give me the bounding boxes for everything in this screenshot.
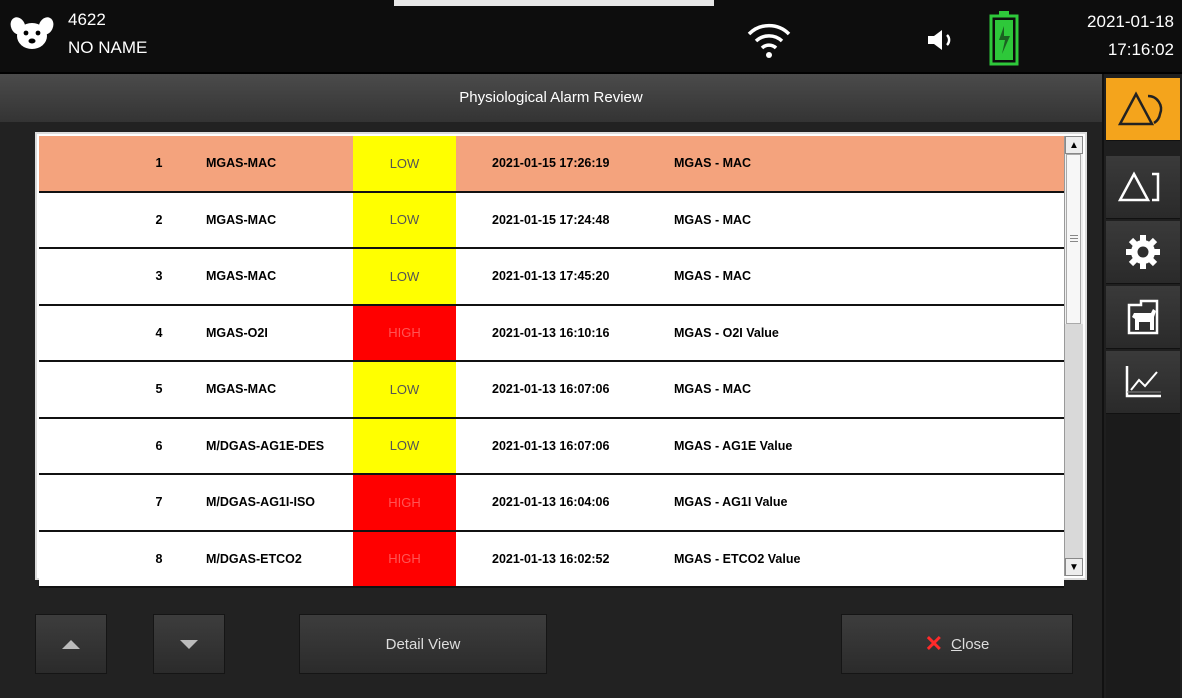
alarm-level: HIGH [353, 531, 456, 586]
table-row[interactable]: 1 MGAS-MAC LOW 2021-01-15 17:26:19 MGAS - MA… [39, 136, 1064, 193]
patient-id: 4622 [68, 10, 106, 29]
alarm-index: 1 [155, 156, 163, 171]
trend-icon [1125, 366, 1161, 398]
alarm-timestamp: 2021-01-13 16:02:52 [492, 551, 610, 566]
sidebar-empty-area [1106, 414, 1180, 698]
alarm-parameter: M/DGAS-ETCO2 [206, 551, 302, 566]
alarm-description: MGAS - ETCO2 Value [674, 551, 801, 566]
page-down-button[interactable] [153, 614, 225, 674]
sidebar-item-patient[interactable] [1106, 286, 1180, 349]
alarm-description: MGAS - AG1I Value [674, 495, 788, 510]
page-up-button[interactable] [35, 614, 107, 674]
alarm-parameter: MGAS-O2I [206, 325, 268, 340]
alarm-description: MGAS - MAC [674, 269, 752, 284]
alarm-level: HIGH [353, 305, 456, 360]
alarm-description: MGAS - O2I Value [674, 325, 779, 340]
battery-icon [989, 11, 1019, 66]
window-title: Physiological Alarm Review [459, 89, 643, 106]
alarm-level: LOW [353, 362, 456, 417]
patient-name: NO NAME [68, 38, 148, 57]
alarm-level: LOW [353, 192, 456, 247]
gear-icon [1126, 235, 1160, 269]
alarm-index: 4 [155, 325, 163, 340]
speaker-icon [928, 30, 951, 50]
alarm-timestamp: 2021-01-13 16:07:06 [492, 382, 610, 397]
table-row[interactable]: 6 M/DGAS-AG1E-DES LOW 2021-01-13 16:07:06 MG… [39, 418, 1064, 475]
table-row[interactable]: 3 MGAS-MAC LOW 2021-01-13 17:45:20 MGAS - MA… [39, 249, 1064, 306]
close-icon: ✕ [924, 631, 944, 656]
alarm-timestamp: 2021-01-13 16:04:06 [492, 495, 610, 510]
wifi-icon [747, 23, 791, 58]
alarm-index: 7 [155, 495, 163, 510]
alarm-description: MGAS - MAC [674, 156, 752, 171]
alarm-index: 3 [155, 269, 163, 284]
close-button[interactable]: ✕ Close [841, 614, 1073, 674]
alarm-level: HIGH [353, 475, 456, 530]
alarm-parameter: MGAS-MAC [206, 269, 277, 284]
scroll-up-button[interactable]: ▲ [1065, 136, 1083, 154]
alarm-description: MGAS - MAC [674, 212, 752, 227]
alarm-rows: 1 MGAS-MAC LOW 2021-01-15 17:26:19 MGAS - MA… [39, 136, 1064, 588]
table-row[interactable]: 8 M/DGAS-ETCO2 HIGH 2021-01-13 16:02:52 MGAS… [39, 531, 1064, 588]
close-label-rest: lose [961, 635, 990, 653]
alarm-timestamp: 2021-01-13 16:07:06 [492, 438, 610, 453]
alarm-timestamp: 2021-01-13 17:45:20 [492, 269, 610, 284]
alarm-index: 2 [155, 212, 163, 227]
status-bar: 4622 NO NAME 2021-01-18 17:16:02 [0, 0, 1182, 72]
alarm-parameter: MGAS-MAC [206, 382, 277, 397]
alarm-level: LOW [353, 136, 456, 191]
alarm-timestamp: 2021-01-15 17:26:19 [492, 156, 610, 171]
alarm-review-icon [1118, 91, 1163, 126]
detail-view-button[interactable]: Detail View [299, 614, 547, 674]
scrollbar[interactable]: ▲ ▼ [1064, 136, 1083, 576]
alarm-timestamp: 2021-01-15 17:24:48 [492, 212, 610, 227]
thumb-grip-icon [1070, 235, 1078, 236]
sidebar-item-settings[interactable] [1106, 221, 1180, 284]
table-row[interactable]: 4 MGAS-O2I HIGH 2021-01-13 16:10:16 MGAS - O… [39, 305, 1064, 362]
alarm-settings-icon [1118, 171, 1160, 202]
sidebar-item-alarm-settings[interactable] [1106, 156, 1180, 219]
table-row[interactable]: 2 MGAS-MAC LOW 2021-01-15 17:24:48 MGAS - MA… [39, 192, 1064, 249]
window-title-bar: Physiological Alarm Review [0, 74, 1102, 123]
alarm-parameter: MGAS-MAC [206, 156, 277, 171]
table-row[interactable]: 7 M/DGAS-AG1I-ISO HIGH 2021-01-13 16:04:06 M… [39, 475, 1064, 532]
alarm-parameter: M/DGAS-AG1E-DES [206, 438, 325, 453]
arrow-up-icon [62, 639, 80, 649]
scroll-thumb[interactable] [1066, 154, 1081, 324]
dog-icon [10, 17, 54, 49]
sidebar-item-alarm-review[interactable] [1106, 78, 1180, 141]
alarm-index: 8 [155, 551, 163, 566]
alarm-index: 6 [155, 438, 163, 453]
alarm-description: MGAS - MAC [674, 382, 752, 397]
alarm-timestamp: 2021-01-13 16:10:16 [492, 325, 610, 340]
arrow-down-icon [180, 639, 198, 649]
time: 17:16:02 [1107, 40, 1174, 59]
alarm-index: 5 [155, 382, 163, 397]
alarm-parameter: MGAS-MAC [206, 212, 277, 227]
scroll-down-button[interactable]: ▼ [1065, 558, 1083, 576]
patient-icon [1127, 299, 1159, 335]
date: 2021-01-18 [1087, 12, 1174, 31]
alarm-level: LOW [353, 418, 456, 473]
sidebar [1102, 74, 1182, 698]
alarm-parameter: M/DGAS-AG1I-ISO [206, 495, 316, 510]
detail-view-label: Detail View [385, 635, 461, 653]
top-notch [394, 0, 714, 6]
alarm-description: MGAS - AG1E Value [674, 438, 793, 453]
alarm-table: 1 MGAS-MAC LOW 2021-01-15 17:26:19 MGAS - MA… [35, 132, 1087, 588]
alarm-level: LOW [353, 249, 456, 304]
sidebar-item-trends[interactable] [1106, 351, 1180, 414]
close-mnemonic: C [951, 635, 962, 653]
close-label: Close [951, 636, 989, 653]
table-row[interactable]: 5 MGAS-MAC LOW 2021-01-13 16:07:06 MGAS - MA… [39, 362, 1064, 419]
